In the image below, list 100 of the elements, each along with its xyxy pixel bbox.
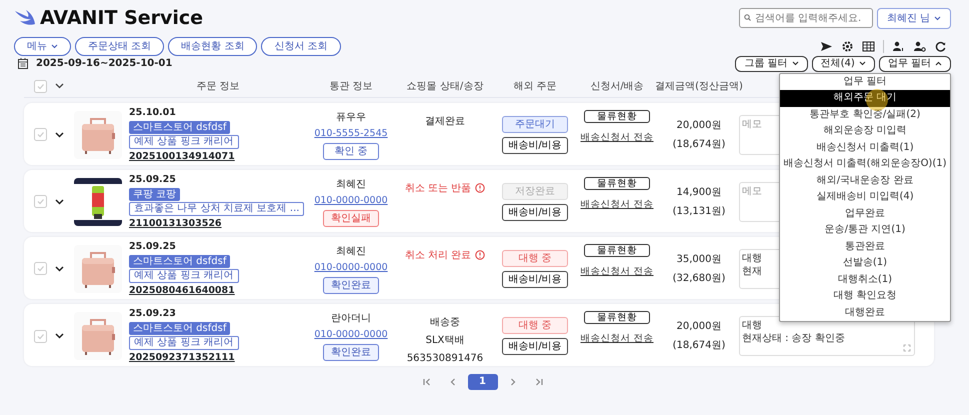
application-link[interactable]: 배송신청서 전송: [580, 198, 654, 212]
menu-item[interactable]: 해외운송장 미입력: [780, 123, 950, 140]
memo-text: 현재상태 : 송장 확인중: [742, 332, 845, 345]
chevron-down-icon[interactable]: [55, 333, 64, 339]
bird-logo-icon: [14, 9, 36, 28]
chevron-down-icon[interactable]: [55, 266, 64, 272]
shipping-fee-button[interactable]: 배송비/비용: [502, 338, 568, 355]
chevron-down-icon[interactable]: [55, 198, 64, 205]
phone-link[interactable]: 010-0000-0000: [314, 194, 388, 208]
chevron-down-icon[interactable]: [55, 83, 64, 89]
caret-icon: [934, 16, 941, 21]
last-page-icon[interactable]: [534, 376, 544, 386]
filter-dropdown[interactable]: 업무 필터: [878, 56, 951, 72]
column-header: 주문 정보: [196, 80, 240, 94]
shop-status: 취소 처리 완료: [404, 248, 472, 262]
phone-link[interactable]: 010-0000-0000: [314, 260, 388, 275]
application-link[interactable]: 배송신청서 전송: [580, 332, 654, 346]
filter-dropdown[interactable]: 전체(4): [812, 56, 875, 72]
chevron-down-icon[interactable]: [55, 132, 64, 138]
menu-item[interactable]: 대행 확인요청: [780, 288, 950, 304]
menu-item[interactable]: 배송신청서 미출력(1): [780, 140, 950, 156]
menu-item[interactable]: 운송/통관 지연(1): [780, 222, 950, 238]
menu-item[interactable]: 해외주문 대기: [780, 90, 950, 106]
payment-amount: 20,000원: [676, 118, 722, 133]
menu-item[interactable]: 통관완료: [780, 238, 950, 255]
logistics-button[interactable]: 물류현황: [584, 176, 650, 190]
gear-icon[interactable]: [841, 40, 854, 52]
column-header: 통관 정보: [329, 80, 373, 94]
application-link[interactable]: 배송신청서 전송: [580, 130, 654, 145]
checkbox[interactable]: [34, 195, 47, 208]
info-icon: [475, 183, 486, 193]
customer-name: 퓨우우: [336, 110, 366, 125]
shipping-fee-button[interactable]: 배송비/비용: [502, 204, 568, 221]
refresh-icon[interactable]: [934, 40, 947, 52]
nav-button[interactable]: 신청서 조회: [261, 36, 341, 56]
order-number-link[interactable]: 2025080461640081: [129, 284, 235, 298]
menu-item[interactable]: 업무완료: [780, 206, 950, 222]
user-menu-button[interactable]: 최혜진 님: [876, 8, 951, 29]
calendar-icon: [18, 58, 28, 69]
column-header: 쇼핑몰 상태/송장: [406, 80, 484, 94]
application-link[interactable]: 배송신청서 전송: [580, 264, 654, 279]
phone-link[interactable]: 010-5555-2545: [314, 126, 388, 141]
checkbox[interactable]: [34, 80, 47, 92]
menu-item[interactable]: 실제배송비 미입력(4): [780, 189, 950, 206]
person-settings-icon[interactable]: [913, 40, 926, 52]
date-range: 2025-09-16~2025-10-01: [36, 57, 172, 71]
shop-status: 563530891476: [406, 352, 484, 366]
memo-text: 대행: [742, 252, 762, 265]
order-number-link[interactable]: 2025092371352111: [129, 351, 235, 366]
logistics-button[interactable]: 물류현황: [584, 310, 650, 324]
logistics-button[interactable]: 물류현황: [584, 110, 650, 122]
phone-link[interactable]: 010-0000-0000: [314, 328, 388, 342]
filter-dropdown[interactable]: 그룹 필터: [735, 56, 808, 72]
product-name: 예제 상품 핑크 캐리어: [129, 336, 239, 350]
overseas-status-button[interactable]: 주문대기: [502, 116, 568, 133]
order-number-link[interactable]: 21100131303526: [129, 216, 222, 231]
product-name: 예제 상품 핑크 캐리어: [129, 134, 239, 149]
customs-status-button[interactable]: 확인 중: [323, 142, 379, 160]
menu-header: 업무 필터: [842, 74, 888, 88]
order-date: 25.10.01: [129, 106, 176, 120]
customs-status-button[interactable]: 확인완료: [323, 276, 379, 294]
table-icon[interactable]: [862, 40, 875, 52]
shipping-fee-button[interactable]: 배송비/비용: [502, 136, 568, 154]
shipping-fee-button[interactable]: 배송비/비용: [502, 270, 568, 288]
settlement-amount: (18,674원): [672, 138, 726, 152]
checkbox[interactable]: [34, 128, 47, 142]
customs-status-button[interactable]: 확인완료: [323, 344, 379, 362]
caret-icon: [792, 61, 799, 66]
nav-button[interactable]: 메뉴: [14, 36, 71, 56]
memo-text: 현재: [742, 264, 762, 278]
menu-item[interactable]: 대행완료: [780, 304, 950, 321]
send-icon[interactable]: [820, 40, 833, 52]
logistics-button[interactable]: 물류현황: [584, 244, 650, 256]
checkbox[interactable]: [34, 262, 47, 276]
nav-button[interactable]: 주문상태 조회: [75, 36, 164, 56]
memo-text: 대행: [742, 319, 762, 332]
settlement-amount: (13,131원): [672, 204, 726, 219]
checkbox[interactable]: [34, 330, 47, 342]
menu-item[interactable]: 배송신청서 미출력(해외운송장O)(1): [780, 156, 950, 172]
customer-name: 란아더니: [331, 312, 371, 326]
product-name: 예제 상품 핑크 캐리어: [129, 268, 239, 283]
column-header: 해외 주문: [513, 80, 557, 94]
product-name: 효과좋은 나무 상처 치료제 보호제 ...: [129, 202, 304, 216]
person-icon[interactable]: [892, 40, 905, 52]
search-field[interactable]: 검색어를 입력해주세요.: [738, 8, 873, 28]
menu-item[interactable]: 선발송(1): [780, 255, 950, 272]
order-date: 25.09.25: [129, 240, 176, 254]
menu-item[interactable]: 대행취소(1): [780, 272, 950, 288]
customer-name: 최혜진: [336, 178, 366, 192]
page-button[interactable]: 1: [468, 374, 498, 390]
menu-item[interactable]: 해외/국내운송장 완료: [780, 172, 950, 189]
customs-status-button[interactable]: 확인실패: [323, 210, 379, 227]
menu-item[interactable]: 통관부호 확인중/실패(2): [780, 106, 950, 123]
search-icon: [744, 14, 751, 22]
first-page-icon[interactable]: [422, 376, 432, 386]
nav-button[interactable]: 배송현황 조회: [168, 36, 258, 56]
shop-status: SLX택배: [426, 334, 464, 348]
app-title: AVANIT Service: [40, 6, 204, 31]
column-header: 신청서/배송: [590, 80, 644, 94]
order-number-link[interactable]: 2025100134914071: [129, 150, 235, 164]
